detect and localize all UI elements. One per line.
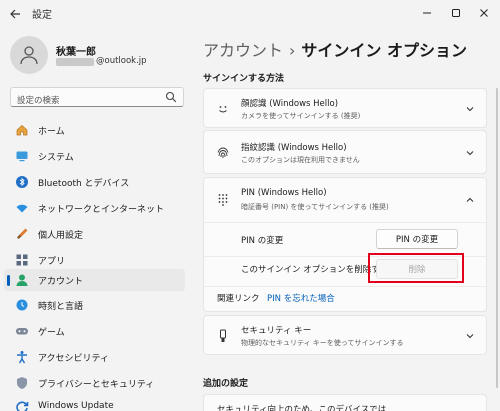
sidebar-item-label: アプリ — [38, 257, 66, 267]
sidebar-item-label: アカウント — [38, 277, 84, 287]
sidebar-item-label: システム — [38, 153, 74, 163]
sidebar-item-privacy[interactable]: プライバシーとセキュリティ — [4, 372, 185, 394]
card-title: PIN (Windows Hello) — [241, 188, 327, 198]
back-arrow-icon[interactable] — [6, 5, 24, 23]
selection-indicator — [7, 275, 10, 286]
scrollbar[interactable] — [496, 88, 498, 388]
pin-keypad-icon — [215, 191, 231, 207]
maximize-icon[interactable] — [445, 3, 467, 23]
sidebar-item-label: プライバシーとセキュリティ — [38, 380, 155, 390]
sidebar-item-accessibility[interactable]: アクセシビリティ — [4, 346, 185, 368]
bluetooth-icon — [14, 174, 30, 190]
gaming-icon — [14, 323, 30, 339]
user-email: @outlook.jp — [96, 56, 147, 66]
app-title: 設定 — [32, 10, 52, 21]
chevron-down-icon[interactable] — [464, 330, 476, 342]
search-icon[interactable] — [165, 91, 177, 103]
personalization-icon — [14, 226, 30, 242]
card-face-recognition[interactable]: 顔認識 (Windows Hello) カメラを使ってサインインする (推奨) — [203, 88, 487, 128]
sidebar-item-accounts[interactable]: アカウント — [4, 269, 185, 291]
related-links-label: 関連リンク — [217, 294, 260, 304]
sidebar-item-windows-update[interactable]: Windows Update — [4, 396, 185, 411]
sidebar-item-bluetooth[interactable]: Bluetooth とデバイス — [4, 171, 185, 193]
card-title: 顔認識 (Windows Hello) — [241, 99, 339, 109]
sidebar-item-label: ネットワークとインターネット — [38, 205, 165, 215]
windows-update-icon — [14, 399, 30, 411]
time-language-icon — [14, 297, 30, 313]
sidebar-item-label: Windows Update — [38, 401, 114, 411]
sidebar-item-network[interactable]: ネットワークとインターネット — [4, 197, 185, 219]
main-content: アカウント › サインイン オプション サインインする方法 顔認識 (Windows… — [190, 28, 500, 411]
privacy-shield-icon — [14, 375, 30, 391]
email-redacted — [56, 58, 94, 66]
breadcrumb-parent[interactable]: アカウント — [203, 41, 283, 60]
sidebar-item-label: 時刻と言語 — [38, 302, 84, 312]
highlight-annotation — [368, 253, 464, 283]
sidebar-item-label: Bluetooth とデバイス — [38, 179, 130, 189]
chevron-down-icon[interactable] — [464, 147, 476, 159]
search-input[interactable] — [11, 92, 161, 110]
sidebar-item-personalization[interactable]: 個人用設定 — [4, 223, 185, 245]
face-icon — [215, 101, 231, 117]
apps-icon — [14, 252, 30, 268]
chevron-up-icon[interactable] — [464, 194, 476, 206]
pin-change-label: PIN の変更 — [241, 236, 284, 246]
user-icon — [20, 46, 38, 65]
card-subtitle: 暗証番号 (PIN) を使ってサインインする (推奨) — [241, 203, 389, 211]
fingerprint-icon — [215, 145, 231, 161]
system-icon — [14, 148, 30, 164]
card-subtitle: このオプションは現在利用できません — [241, 156, 360, 164]
accounts-icon — [14, 272, 30, 288]
title-bar: 設定 — [0, 0, 500, 28]
section-title-additional: 追加の設定 — [203, 379, 249, 389]
user-name: 秋葉一郎 — [56, 47, 96, 58]
sidebar-item-label: ゲーム — [38, 328, 65, 338]
close-icon[interactable] — [473, 3, 495, 23]
page-title: サインイン オプション — [301, 41, 467, 60]
card-additional-setting[interactable]: セキュリティ向上のため、このデバイスでは — [203, 394, 487, 411]
card-title: 指紋認識 (Windows Hello) — [241, 143, 347, 153]
breadcrumb: アカウント › サインイン オプション — [203, 37, 467, 61]
forgot-pin-link[interactable]: PIN を忘れた場合 — [267, 292, 335, 304]
chevron-down-icon[interactable] — [464, 103, 476, 115]
sidebar-item-gaming[interactable]: ゲーム — [4, 320, 185, 342]
sidebar-item-home[interactable]: ホーム — [4, 119, 185, 141]
minimize-icon[interactable] — [416, 3, 438, 23]
sidebar-item-time-language[interactable]: 時刻と言語 — [4, 294, 185, 316]
sidebar-item-label: アクセシビリティ — [38, 354, 110, 364]
breadcrumb-separator: › — [289, 41, 296, 60]
sidebar-item-system[interactable]: システム — [4, 145, 185, 167]
card-fingerprint[interactable]: 指紋認識 (Windows Hello) このオプションは現在利用できません — [203, 130, 487, 174]
section-title-signin: サインインする方法 — [203, 74, 285, 84]
sidebar: 秋葉一郎 @outlook.jp ホーム システム — [0, 28, 190, 411]
avatar[interactable] — [10, 36, 48, 74]
card-title: セキュリティ キー — [241, 326, 312, 336]
card-security-key[interactable]: セキュリティ キー 物理的なセキュリティ キーを使ってサインインする — [203, 315, 487, 355]
card-pin: PIN (Windows Hello) 暗証番号 (PIN) を使ってサインイン… — [203, 177, 487, 312]
sidebar-item-apps[interactable]: アプリ — [4, 249, 185, 271]
sidebar-item-label: 個人用設定 — [38, 231, 84, 241]
search-box[interactable] — [10, 87, 184, 110]
home-icon — [14, 122, 30, 138]
network-icon — [14, 200, 30, 216]
card-title: セキュリティ向上のため、このデバイスでは — [217, 405, 387, 411]
card-subtitle: カメラを使ってサインインする (推奨) — [241, 112, 361, 120]
accessibility-icon — [14, 349, 30, 365]
sidebar-item-label: ホーム — [38, 127, 65, 137]
pin-change-button[interactable]: PIN の変更 — [376, 229, 458, 249]
remove-option-label: このサインイン オプションを削除する — [241, 265, 389, 275]
card-subtitle: 物理的なセキュリティ キーを使ってサインインする — [241, 339, 404, 347]
security-key-icon — [215, 328, 231, 344]
card-divider — [204, 286, 486, 287]
card-divider — [204, 222, 486, 223]
settings-window: 設定 秋葉一郎 @outlook.jp 設定の検索 ホーム システム Bluet… — [0, 0, 500, 411]
